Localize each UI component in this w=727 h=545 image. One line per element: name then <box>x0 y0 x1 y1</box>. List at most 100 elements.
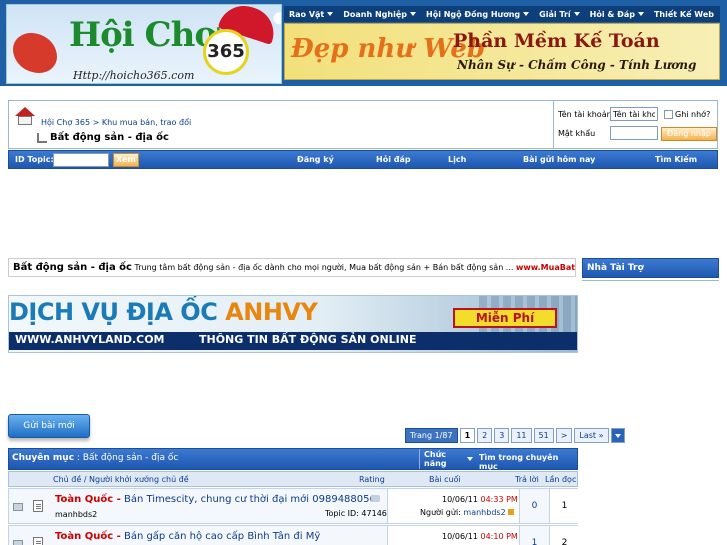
home-icon[interactable] <box>15 107 35 125</box>
topnav-item-thiet-ke-web[interactable]: Thiết Kế Web <box>649 10 719 19</box>
last-poster-link[interactable]: manhbds2 <box>463 508 505 517</box>
section-label: Chuyên mục <box>12 453 75 463</box>
ad-headline-part1: DỊCH VỤ ĐỊA ỐC <box>9 298 218 326</box>
view-topic-button[interactable]: Xem <box>113 153 139 167</box>
view-count: 1 <box>549 489 579 523</box>
thread-status-icon <box>13 540 23 545</box>
page-link-2[interactable]: 2 <box>477 428 493 443</box>
page-link-51[interactable]: 51 <box>533 428 554 443</box>
ad-headline-part2: ANHVY <box>225 298 318 326</box>
table-row: Toàn Quốc - Bán gấp căn hộ cao cấp Bình … <box>8 525 579 545</box>
topnav-item-hoi-dap[interactable]: Hỏi & Đáp <box>585 10 649 19</box>
id-topic-input[interactable] <box>53 153 109 167</box>
top-navigation: Rao Vặt Doanh Nghiệp Hội Ngộ Đồng Hương … <box>284 6 720 22</box>
thread-prefix: Toàn Quốc - <box>55 531 121 542</box>
username-input[interactable] <box>610 107 658 121</box>
forum-name: Bất động sản - địa ốc <box>13 262 132 273</box>
ad-url: WWW.ANHVYLAND.COM <box>15 333 165 346</box>
header-ad-banner[interactable]: Đẹp như Web Phần Mềm Kế Toán Nhân Sự - C… <box>284 23 720 80</box>
post-icon <box>33 537 43 545</box>
forum-description: Bất động sản - địa ốc Trung tâm bất động… <box>8 258 576 277</box>
page-count-label: Trang 1/87 <box>405 428 458 443</box>
tag-icon <box>371 495 380 502</box>
topnav-item-rao-vat[interactable]: Rao Vặt <box>284 10 338 19</box>
sponsor-heading: Nhà Tài Trợ <box>582 258 719 278</box>
last-post-day: 10/06/11 <box>442 532 478 541</box>
page-link-1[interactable]: 1 <box>459 428 476 443</box>
nav-register-link[interactable]: Đăng ký <box>297 155 334 164</box>
thread-title-link[interactable]: Bán Timescity, chung cư thời đại mới 098… <box>124 494 376 505</box>
nav-new-posts-link[interactable]: Bài gửi hôm nay <box>523 155 595 164</box>
col-replies[interactable]: Trả lời <box>515 475 539 484</box>
santa-sleigh-icon <box>13 33 57 73</box>
site-header: Hội Chợ 365 Http://hoicho365.com Rao Vặt… <box>0 0 727 86</box>
login-button[interactable]: Đăng nhập <box>661 127 717 141</box>
page-jump-dropdown[interactable] <box>610 428 625 443</box>
logo-url: Http://hoicho365.com <box>73 69 195 82</box>
topnav-label: Rao Vặt <box>289 9 325 19</box>
reply-count[interactable]: 0 <box>519 489 549 523</box>
thread-table-header: Chuyên mục : Bất động sản - địa ốc Chức … <box>8 448 578 471</box>
ad-strip: WWW.ANHVYLAND.COM THÔNG TIN BẤT ĐỘNG SẢN… <box>9 332 577 350</box>
page-last-link[interactable]: Last » <box>574 428 609 443</box>
col-views[interactable]: Lần đọc <box>545 475 576 484</box>
last-post-time: 04:10 PM <box>480 532 518 541</box>
view-count: 2 <box>549 526 579 545</box>
reply-count[interactable]: 1 <box>519 526 549 545</box>
chevron-down-icon <box>327 12 334 16</box>
post-icon <box>33 500 43 512</box>
chevron-down-icon <box>614 434 621 438</box>
page-title: Bất động sản - địa ốc <box>37 132 169 143</box>
logo-brand: Hội Chợ <box>69 15 217 55</box>
nav-search-link[interactable]: Tìm Kiếm <box>655 155 697 164</box>
password-input[interactable] <box>610 126 658 140</box>
topnav-label: Doanh Nghiệp <box>343 9 407 19</box>
remember-checkbox[interactable] <box>664 110 673 119</box>
col-last-post[interactable]: Bài cuối <box>429 475 461 484</box>
last-post-by-label: Người gửi: <box>420 508 461 517</box>
page: Hội Chợ 365 Http://hoicho365.com Rao Vặt… <box>0 0 727 545</box>
page-link-3[interactable]: 3 <box>494 428 510 443</box>
thread-author[interactable]: manhbds2 <box>55 510 97 519</box>
col-rating[interactable]: Rating <box>359 475 385 484</box>
nav-calendar-link[interactable]: Lịch <box>448 155 466 164</box>
last-post-by: Người gửi: manhbds2 <box>420 508 514 517</box>
topnav-label: Thiết Kế Web <box>653 9 714 19</box>
breadcrumb: Hội Chợ 365 > Khu mua bán, trao đổi <box>41 118 191 127</box>
thread-title-link[interactable]: Bán gấp căn hộ cao cấp Bình Tân đi Mỹ <box>124 531 320 542</box>
breadcrumb-section-link[interactable]: Khu mua bán, trao đổi <box>102 118 191 127</box>
pagination: Trang 1/87 1 2 3 11 51 > Last » <box>405 428 625 443</box>
page-link-11[interactable]: 11 <box>511 428 532 443</box>
topic-id: Topic ID: 47146 <box>325 509 387 518</box>
id-topic-label: ID Topic: <box>15 155 54 164</box>
anhvy-ad-banner[interactable]: DỊCH VỤ ĐỊA ỐC ANHVY WWW.ANHVYLAND.COM T… <box>8 295 578 353</box>
topnav-item-doanh-nghiep[interactable]: Doanh Nghiệp <box>338 10 421 19</box>
breadcrumb-home-link[interactable]: Hội Chợ 365 <box>41 118 90 127</box>
sponsor-divider <box>582 280 719 281</box>
search-forum-menu[interactable]: Tìm trong chuyên mục <box>479 453 577 471</box>
forum-site-link[interactable]: www.MuaBatDongSan.com <box>516 263 575 272</box>
col-title[interactable]: Chủ đề / Người khởi xướng chủ đề <box>53 475 189 484</box>
topnav-label: Giải Trí <box>539 9 571 19</box>
go-to-last-post-icon[interactable] <box>507 509 514 515</box>
nav-faq-link[interactable]: Hỏi đáp <box>376 155 411 164</box>
banner-title: Phần Mềm Kế Toán <box>453 30 660 52</box>
page-next-link[interactable]: > <box>555 428 573 443</box>
ad-headline: DỊCH VỤ ĐỊA ỐC ANHVY <box>9 298 318 326</box>
remember-label: Ghi nhớ? <box>675 110 711 119</box>
breadcrumb-box: Hội Chợ 365 > Khu mua bán, trao đổi Bất … <box>8 100 718 149</box>
thread-status-icon <box>13 503 23 511</box>
last-post-time: 04:33 PM <box>480 495 518 504</box>
chevron-down-icon <box>410 12 416 16</box>
topnav-item-hoi-ngo[interactable]: Hội Ngộ Đồng Hương <box>421 10 534 19</box>
forum-tools-menu[interactable]: Chức năng <box>419 449 477 469</box>
password-label: Mật khẩu <box>558 129 596 138</box>
section-heading: Chuyên mục : Bất động sản - địa ốc <box>12 453 179 463</box>
forum-tools-label: Chức năng <box>424 450 447 468</box>
topnav-label: Hỏi & Đáp <box>589 9 635 19</box>
new-post-button[interactable]: Gửi bài mới <box>8 414 90 438</box>
site-logo[interactable]: Hội Chợ 365 Http://hoicho365.com <box>6 4 282 84</box>
last-post-cell: 10/06/11 04:33 PM Người gửi: manhbds2 <box>387 489 519 523</box>
username-label: Tên tài khoản <box>558 110 612 119</box>
topnav-item-giai-tri[interactable]: Giải Trí <box>534 10 585 19</box>
